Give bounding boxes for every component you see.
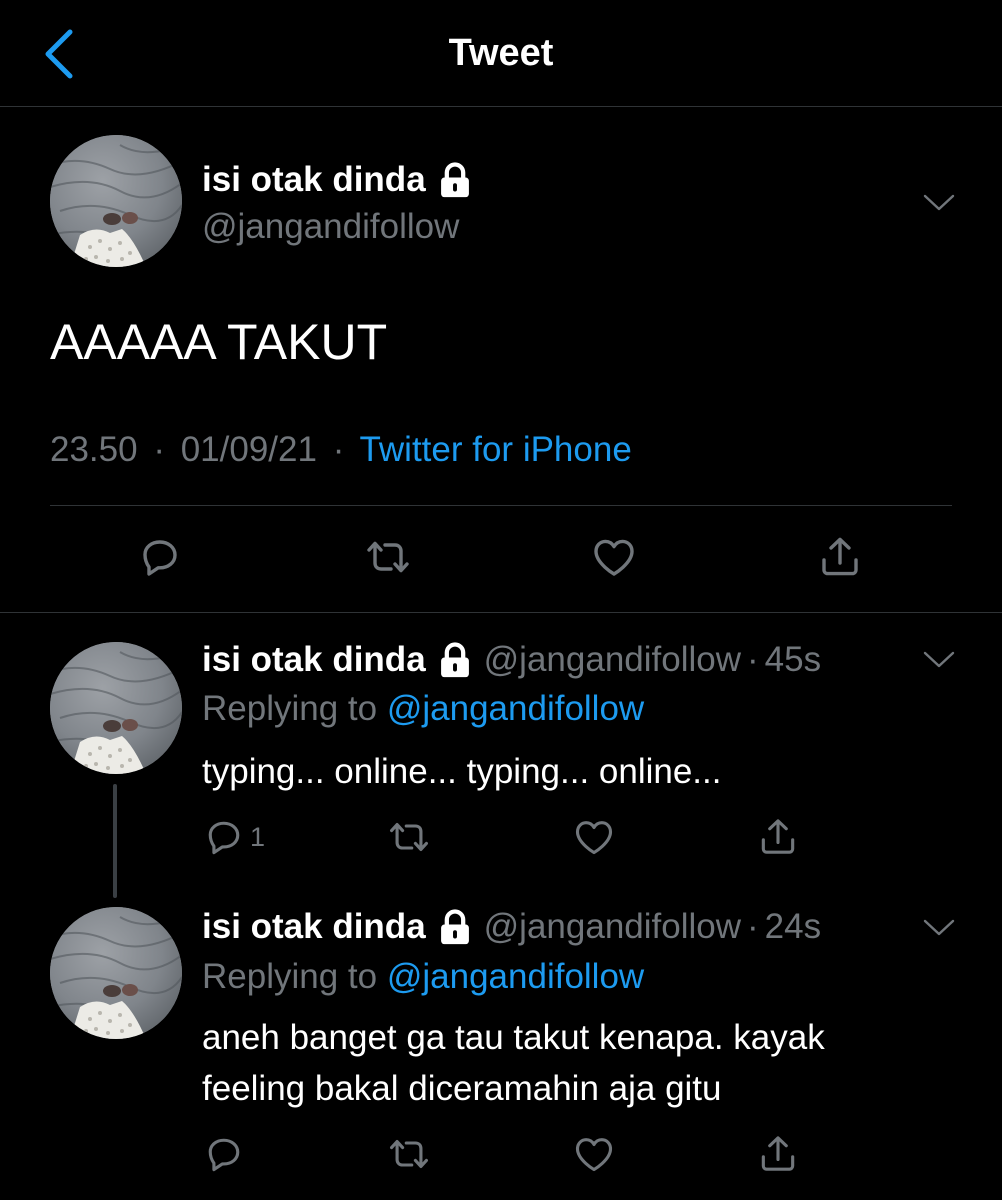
retweet-icon xyxy=(385,815,433,859)
divider xyxy=(50,505,952,506)
like-button[interactable] xyxy=(572,815,616,859)
retweet-button[interactable] xyxy=(385,815,433,859)
share-icon xyxy=(816,533,864,581)
author-handle[interactable]: @jangandifollow xyxy=(484,907,741,947)
retweet-icon xyxy=(362,533,414,581)
share-button[interactable] xyxy=(756,815,800,859)
reply-author-line: isi otak dinda @jangandifollow · 45s xyxy=(202,640,821,680)
divider xyxy=(0,612,1002,613)
reply-button[interactable] xyxy=(202,1132,246,1176)
lock-icon xyxy=(438,909,472,945)
like-icon xyxy=(572,1132,616,1176)
tweet-date: 01/09/21 xyxy=(180,430,317,469)
reply-age: 45s xyxy=(764,640,822,679)
separator: · xyxy=(747,640,759,679)
author-handle[interactable]: @jangandifollow xyxy=(484,640,741,680)
reply-text: aneh banget ga tau takut kenapa. kayak f… xyxy=(202,1018,825,1108)
reply-text: typing... online... typing... online... xyxy=(202,752,722,791)
reply-button[interactable] xyxy=(136,533,184,581)
chevron-down-icon[interactable] xyxy=(922,918,956,938)
nav-bar: Tweet xyxy=(0,0,1002,107)
like-button[interactable] xyxy=(572,1132,616,1176)
reply-author-line: isi otak dinda @jangandifollow · 24s xyxy=(202,907,821,947)
retweet-icon xyxy=(385,1132,433,1176)
like-icon xyxy=(590,533,638,581)
share-icon xyxy=(756,815,800,859)
separator: · xyxy=(332,430,345,469)
reply-icon xyxy=(136,533,184,581)
reply-icon xyxy=(202,1132,246,1176)
author-name[interactable]: isi otak dinda xyxy=(202,640,426,680)
author-name[interactable]: isi otak dinda xyxy=(202,160,426,200)
chevron-down-icon[interactable] xyxy=(922,193,956,213)
replying-to: Replying to @jangandifollow xyxy=(202,957,644,997)
reply-icon xyxy=(202,815,246,859)
avatar[interactable] xyxy=(50,642,182,774)
avatar[interactable] xyxy=(50,135,182,267)
replying-to-link[interactable]: @jangandifollow xyxy=(387,957,644,996)
replying-to: Replying to @jangandifollow xyxy=(202,689,644,729)
retweet-button[interactable] xyxy=(385,1132,433,1176)
replying-prefix: Replying to xyxy=(202,957,378,996)
avatar[interactable] xyxy=(50,907,182,1039)
share-button[interactable] xyxy=(816,533,864,581)
reply-age: 24s xyxy=(764,907,822,946)
replying-to-link[interactable]: @jangandifollow xyxy=(387,689,644,728)
like-icon xyxy=(572,815,616,859)
author-line: isi otak dinda xyxy=(202,160,472,200)
separator: · xyxy=(747,907,759,946)
lock-icon xyxy=(438,642,472,678)
like-button[interactable] xyxy=(590,533,638,581)
tweet-source-link[interactable]: Twitter for iPhone xyxy=(359,430,631,469)
nav-title: Tweet xyxy=(448,32,554,74)
tweet-meta: 23.50 · 01/09/21 · Twitter for iPhone xyxy=(50,430,632,470)
lock-icon xyxy=(438,162,472,198)
replying-prefix: Replying to xyxy=(202,689,378,728)
share-button[interactable] xyxy=(756,1132,800,1176)
share-icon xyxy=(756,1132,800,1176)
reply-button[interactable]: 1 xyxy=(202,815,265,859)
tweet-time: 23.50 xyxy=(50,430,138,469)
author-name[interactable]: isi otak dinda xyxy=(202,907,426,947)
author-handle[interactable]: @jangandifollow xyxy=(202,207,459,247)
chevron-down-icon[interactable] xyxy=(922,650,956,670)
thread-line xyxy=(113,784,117,898)
reply-count: 1 xyxy=(250,821,266,852)
separator: · xyxy=(153,430,165,469)
retweet-button[interactable] xyxy=(362,533,414,581)
tweet-text: AAAAA TAKUT xyxy=(50,314,388,370)
